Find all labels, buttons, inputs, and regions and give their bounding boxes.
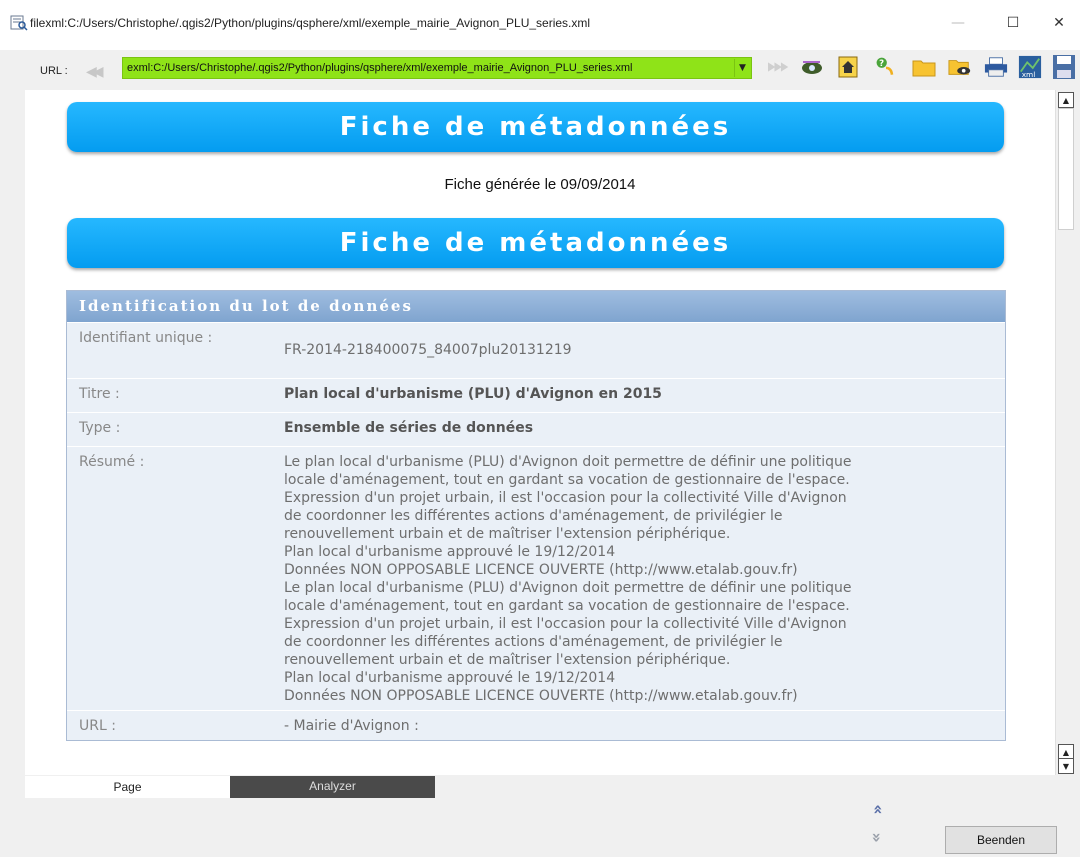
xml-icon[interactable]: xml [1018,54,1042,80]
help-icon[interactable]: ? [874,54,898,80]
home-icon[interactable] [836,54,860,80]
row-value-identifier: FR-2014-218400075_84007plu20131219 [272,322,1005,379]
summary-line: renouvellement urbain et de maîtriser l'… [284,526,731,542]
save-icon[interactable] [1052,54,1076,80]
row-value-url[interactable]: - Mairie d'Avignon : [272,710,1005,740]
summary-line: locale d'aménagement, tout en gardant sa… [284,598,850,614]
url-value[interactable]: exml:C:/Users/Christophe/.qgis2/Python/p… [127,62,632,74]
url-label: URL : [40,65,68,77]
row-label-title: Titre : [67,378,272,413]
summary-line: locale d'aménagement, tout en gardant sa… [284,472,850,488]
app-icon [10,15,28,31]
chevron-down-double-icon[interactable]: » [868,828,887,847]
summary-line: Expression d'un projet urbain, il est l'… [284,616,847,632]
scrollbar-thumb[interactable] [1058,108,1074,230]
window-title: filexml:C:/Users/Christophe/.qgis2/Pytho… [30,16,591,30]
tab-page[interactable]: Page [25,776,230,798]
browser-window: filexml:C:/Users/Christophe/.qgis2/Pytho… [0,0,1080,857]
section-title: Identification du lot de données [67,291,1005,322]
table-row: Résumé : Le plan local d'urbanisme (PLU)… [67,446,1005,711]
url-combobox[interactable]: exml:C:/Users/Christophe/.qgis2/Python/p… [122,57,752,79]
maximize-button[interactable]: ☐ [990,8,1036,38]
table-row: Type : Ensemble de séries de données [67,412,1005,447]
page-title-banner: Fiche de métadonnées [67,102,1004,152]
title-bar: filexml:C:/Users/Christophe/.qgis2/Pytho… [0,0,1080,50]
vertical-scrollbar[interactable]: ▲ ▲ ▼ [1055,90,1075,775]
summary-line: de coordonner les différentes actions d'… [284,508,783,524]
generated-date: Fiche générée le 09/09/2014 [444,176,636,193]
folder-view-icon[interactable] [948,54,972,80]
content-view[interactable]: Fiche de métadonnées Fiche générée le 09… [25,90,1055,775]
tab-analyzer[interactable]: Analyzer [230,776,435,798]
close-button[interactable]: Beenden [945,826,1057,854]
scroll-down-icon[interactable]: ▼ [1058,758,1074,774]
forward-icon[interactable] [768,54,792,80]
row-label-url: URL : [67,710,272,740]
summary-line: Expression d'un projet urbain, il est l'… [284,490,847,506]
summary-line: Le plan local d'urbanisme (PLU) d'Avigno… [284,454,852,470]
folder-icon[interactable] [912,54,936,80]
summary-line: renouvellement urbain et de maîtriser l'… [284,652,731,668]
chevron-up-icon[interactable]: » [868,800,887,819]
page-title-banner-2: Fiche de métadonnées [67,218,1004,268]
summary-line: Le plan local d'urbanisme (PLU) d'Avigno… [284,580,852,596]
summary-line: Plan local d'urbanisme approuvé le 19/12… [284,544,616,560]
minimize-button[interactable]: — [935,8,981,38]
table-row: Identifiant unique : FR-2014-218400075_8… [67,322,1005,379]
row-value-summary: Le plan local d'urbanisme (PLU) d'Avigno… [272,446,1005,711]
row-value-type: Ensemble de séries de données [272,412,1005,447]
row-label-identifier: Identifiant unique : [67,322,272,379]
svg-text:xml: xml [1022,70,1036,79]
row-label-type: Type : [67,412,272,447]
print-icon[interactable] [984,54,1008,80]
identification-section: Identification du lot de données Identif… [66,290,1006,741]
close-window-button[interactable]: ✕ [1036,8,1080,38]
summary-line: de coordonner les différentes actions d'… [284,634,783,650]
metadata-table: Identifiant unique : FR-2014-218400075_8… [67,322,1005,740]
row-value-title: Plan local d'urbanisme (PLU) d'Avignon e… [272,378,1005,413]
summary-line: Données NON OPPOSABLE LICENCE OUVERTE (h… [284,688,798,704]
svg-text:?: ? [879,59,884,69]
table-row: URL : - Mairie d'Avignon : [67,710,1005,740]
summary-line: Données NON OPPOSABLE LICENCE OUVERTE (h… [284,562,798,578]
back-icon[interactable]: ◀◀ [86,64,103,80]
scroll-up-icon[interactable]: ▲ [1058,92,1074,108]
row-label-summary: Résumé : [67,446,272,711]
eye-icon[interactable] [800,54,824,80]
table-row: Titre : Plan local d'urbanisme (PLU) d'A… [67,378,1005,413]
summary-line: Plan local d'urbanisme approuvé le 19/12… [284,670,616,686]
chevron-down-icon[interactable]: ▼ [734,59,750,77]
